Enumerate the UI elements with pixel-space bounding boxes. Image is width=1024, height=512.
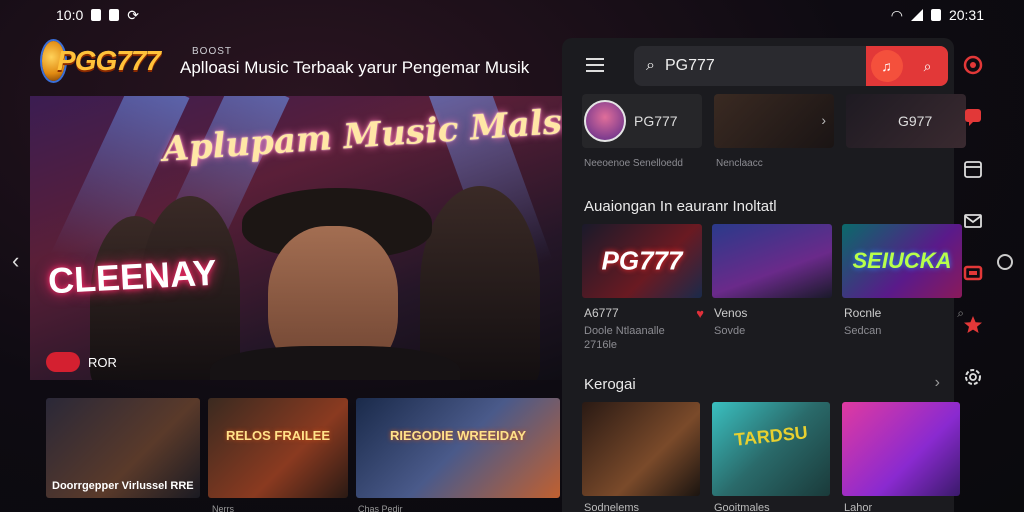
band-member <box>420 186 540 380</box>
artist-card-3[interactable] <box>842 402 960 496</box>
channel-pg777[interactable]: PG777 <box>582 94 702 148</box>
voice-search-icon[interactable]: ♫ <box>870 50 903 82</box>
home-nav-button[interactable] <box>997 254 1013 270</box>
hamburger-menu-icon[interactable] <box>586 58 604 76</box>
hero-neon-sign: CLEENAY <box>47 251 218 302</box>
chat-icon[interactable] <box>962 106 984 128</box>
logo-text: PGG777 <box>57 45 161 76</box>
small-label: BOOST <box>192 46 233 57</box>
browse-panel: ⌕ PG777 ♫ ⌕ PG777 › G977 Neeoenoe Senell… <box>562 38 966 512</box>
card-name: Rocnle <box>844 306 882 320</box>
left-below-caption: Chas Pedir <box>358 504 403 512</box>
card-name: Venos <box>714 306 748 320</box>
red-pill-icon <box>46 352 80 372</box>
search-input[interactable]: PG777 <box>665 57 715 75</box>
notification-icon <box>109 9 120 21</box>
featured-meta: A6777 ♥ Doole Ntlaanalle 2716le Venos So… <box>584 306 964 352</box>
chevron-right-icon[interactable]: › <box>935 374 940 392</box>
battery-icon <box>930 9 941 21</box>
app-tagline: Aplloasi Music Terbaak yarur Pengemar Mu… <box>180 58 530 77</box>
sync-icon: ⟳ <box>127 6 139 23</box>
left-thumb-3[interactable]: RIEGODIE WREEIDAY <box>356 398 560 498</box>
calendar-icon[interactable] <box>962 158 984 180</box>
singer-jacket <box>210 346 460 380</box>
avatar <box>584 100 626 142</box>
wifi-icon: ◠ <box>890 6 903 23</box>
left-below-caption: Nerrs <box>212 504 234 512</box>
card-meta: A6777 ♥ Doole Ntlaanalle 2716le <box>584 306 704 352</box>
channel-g977[interactable]: G977 <box>846 94 966 148</box>
card-name: A6777 <box>584 306 619 320</box>
channel-captions: Neeoenoe Senelloedd Nenclaacc <box>584 158 836 169</box>
hero-banner[interactable]: Aplupam Music Malsiek CLEENAY ROR <box>30 96 562 380</box>
status-time-left: 10:0 <box>56 7 84 23</box>
artist-captions: Sodnelems Gooitmales Lahor <box>584 502 962 512</box>
left-thumb-sign: RIEGODIE WREEIDAY <box>389 428 527 443</box>
artist-caption: Gooitmales <box>714 502 770 512</box>
card-title: SEIUCKA <box>852 248 952 273</box>
hero-badge[interactable]: ROR <box>46 352 117 372</box>
artist-caption: Lahor <box>844 502 873 512</box>
artist-grid: TARDSU <box>582 402 960 496</box>
featured-card-3[interactable]: SEIUCKA <box>842 224 962 298</box>
tv-icon[interactable] <box>962 262 984 284</box>
app-logo[interactable]: PGG777 <box>42 38 161 84</box>
featured-card-2[interactable] <box>712 224 832 298</box>
chevron-right-icon: › <box>821 112 826 128</box>
artist-card-2[interactable]: TARDSU <box>712 402 830 496</box>
mail-icon[interactable] <box>962 210 984 232</box>
artist-card-1[interactable] <box>582 402 700 496</box>
channel-name: G977 <box>898 113 933 129</box>
left-thumbnail-row: Doorrgepper Virlussel RRE RELOS FRAILEE … <box>46 398 560 498</box>
channel-name: PG777 <box>634 113 678 129</box>
app-screen: 10:0 ⟳ ◠ 20:31 PGG777 BOOST Aplloasi Mus… <box>0 0 1024 512</box>
status-time-right: 20:31 <box>948 7 984 23</box>
chevron-left-icon[interactable]: ‹ <box>12 248 19 274</box>
side-rail <box>956 40 990 512</box>
search-bar[interactable]: ⌕ PG777 ♫ ⌕ <box>634 46 948 86</box>
card-meta: Venos Sovde <box>714 306 834 352</box>
card-sign: TARDSU <box>733 422 809 450</box>
card-title: PG777 <box>601 245 683 276</box>
signal-icon <box>910 9 923 21</box>
search-actions: ♫ ⌕ <box>866 46 948 86</box>
section-title: Auaiongan In eauranr Inoltatl <box>584 198 777 215</box>
card-sub: Sovde <box>714 325 746 337</box>
settings-icon[interactable] <box>962 366 984 388</box>
card-sub: Sedcan <box>844 325 882 337</box>
section-title: Kerogai <box>584 376 636 393</box>
channel-caption: Nenclaacc <box>716 158 763 169</box>
heart-icon[interactable]: ♥ <box>696 306 704 321</box>
channel-caption: Neeoenoe Senelloedd <box>584 158 683 169</box>
featured-card-1[interactable]: PG777 <box>582 224 702 298</box>
card-meta: Rocnle ⌕ Sedcan <box>844 306 964 352</box>
artist-caption: Sodnelems <box>584 502 640 512</box>
search-submit-icon[interactable]: ⌕ <box>912 50 944 82</box>
left-thumb-1[interactable]: Doorrgepper Virlussel RRE <box>46 398 200 498</box>
channel-guitarist[interactable]: › <box>714 94 834 148</box>
status-bar: 10:0 ⟳ ◠ 20:31 <box>0 0 1024 30</box>
left-thumb-sign: RELOS FRAILEE <box>225 428 331 443</box>
star-icon[interactable] <box>962 314 984 336</box>
left-thumb-2[interactable]: RELOS FRAILEE <box>208 398 348 498</box>
left-thumb-caption: Doorrgepper Virlussel RRE <box>52 480 194 492</box>
notification-icon <box>91 9 102 21</box>
channel-row: PG777 › G977 <box>582 94 966 148</box>
podcast-icon[interactable] <box>962 54 984 76</box>
card-sub: Doole Ntlaanalle 2716le <box>584 325 665 351</box>
hero-badge-label: ROR <box>88 354 117 370</box>
search-icon: ⌕ <box>646 57 655 74</box>
featured-grid: PG777 SEIUCKA <box>582 224 962 298</box>
